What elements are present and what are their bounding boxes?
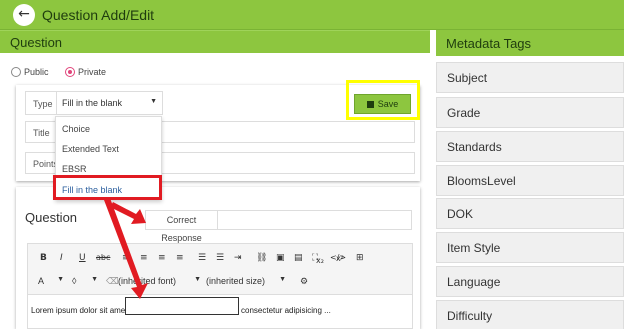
- blank-input-box[interactable]: [125, 297, 239, 315]
- caret-down-icon: ▼: [194, 276, 201, 283]
- back-arrow-icon[interactable]: ←: [13, 4, 35, 26]
- page-title: Question Add/Edit: [42, 7, 155, 23]
- editor-toolbar: B I U abc ≡ ≡ ≡ ≡ ☰ ☰ ⇥ ⛓ ▣ ▤ ⛶ </> x₂ x…: [27, 243, 413, 295]
- metadata-item-label: Difficulty: [447, 309, 493, 323]
- public-radio[interactable]: [11, 66, 21, 77]
- correct-response-field[interactable]: Correct Response: [145, 210, 412, 243]
- bold-button[interactable]: B: [40, 252, 47, 264]
- metadata-panel-header: Metadata Tags: [436, 30, 624, 56]
- metadata-item-label: Language: [447, 275, 501, 289]
- question-panel-header: Question: [0, 30, 430, 53]
- fill-in-the-blank-highlight-box: [53, 175, 162, 200]
- private-radio[interactable]: [65, 66, 76, 77]
- background-color-select[interactable]: ◊ ▼: [72, 272, 98, 291]
- align-justify-icon[interactable]: ≡: [176, 252, 184, 264]
- caret-down-icon: ▼: [150, 98, 157, 105]
- dropdown-item-choice[interactable]: Choice: [62, 124, 90, 134]
- metadata-item-label: Item Style: [447, 241, 501, 255]
- subscript-button[interactable]: x₂: [316, 255, 324, 267]
- save-button-label: Save: [377, 99, 399, 109]
- caret-down-icon: ▼: [91, 276, 98, 283]
- visibility-radio-group: Public Private: [11, 66, 120, 77]
- public-radio-label: Public: [24, 66, 49, 77]
- editor-text-after-blank: consectetur adipisicing ...: [241, 306, 331, 315]
- metadata-item-standards[interactable]: Standards: [436, 131, 624, 162]
- private-radio-label: Private: [78, 66, 107, 77]
- metadata-item-label: Subject: [447, 71, 488, 85]
- question-section-title: Question: [25, 210, 78, 225]
- font-family-select[interactable]: (inherited font) ▼: [118, 272, 201, 291]
- italic-button[interactable]: I: [60, 252, 63, 264]
- dropdown-item-extended-text[interactable]: Extended Text: [62, 144, 119, 154]
- align-left-icon[interactable]: ≡: [122, 252, 130, 264]
- title-label: Title: [33, 128, 50, 138]
- image-icon[interactable]: ▣: [276, 252, 285, 264]
- font-family-value: (inherited font): [118, 276, 177, 286]
- save-button[interactable]: Save: [354, 94, 411, 114]
- media-icon[interactable]: ▤: [294, 252, 303, 264]
- floppy-disk-icon: [366, 101, 374, 108]
- metadata-item-label: BloomsLevel: [447, 174, 516, 188]
- table-icon[interactable]: ⊞: [356, 252, 364, 264]
- top-bar: ← Question Add/Edit: [0, 0, 624, 30]
- strikethrough-button[interactable]: abc: [96, 252, 110, 264]
- align-right-icon[interactable]: ≡: [158, 252, 166, 264]
- bullet-list-icon[interactable]: ☰: [198, 252, 206, 264]
- type-select[interactable]: Fill in the blank ▼: [56, 92, 163, 114]
- numbered-list-icon[interactable]: ☰: [216, 252, 224, 264]
- caret-down-icon: ▼: [279, 276, 286, 283]
- indent-icon[interactable]: ⇥: [234, 252, 242, 264]
- eraser-icon[interactable]: ⌫: [106, 276, 119, 288]
- question-panel-title: Question: [10, 35, 63, 50]
- metadata-item-label: Standards: [447, 140, 502, 154]
- metadata-panel-title: Metadata Tags: [446, 36, 532, 51]
- gear-icon[interactable]: ⚙: [300, 276, 308, 288]
- metadata-item-label: DOK: [447, 207, 474, 221]
- editor-text-before-blank: Lorem ipsum dolor sit amet,: [31, 306, 130, 315]
- type-row: Type Fill in the blank ▼: [25, 91, 163, 115]
- metadata-item-dok[interactable]: DOK: [436, 198, 624, 229]
- drop-icon: ◊: [72, 276, 77, 286]
- metadata-item-difficulty[interactable]: Difficulty: [436, 300, 624, 329]
- metadata-item-subject[interactable]: Subject: [436, 62, 624, 93]
- link-icon[interactable]: ⛓: [256, 252, 267, 264]
- align-center-icon[interactable]: ≡: [140, 252, 148, 264]
- correct-response-label: Correct Response: [146, 211, 218, 243]
- type-select-value: Fill in the blank: [62, 98, 123, 108]
- metadata-item-grade[interactable]: Grade: [436, 97, 624, 128]
- font-size-value: (inherited size): [206, 276, 266, 286]
- metadata-item-label: Grade: [447, 106, 481, 120]
- superscript-button[interactable]: x²: [336, 253, 344, 265]
- caret-down-icon: ▼: [57, 276, 64, 283]
- underline-button[interactable]: U: [79, 252, 86, 264]
- type-label: Type: [33, 99, 53, 109]
- metadata-item-item-style[interactable]: Item Style: [436, 232, 624, 263]
- font-color-select[interactable]: A ▼: [38, 272, 64, 291]
- font-size-select[interactable]: (inherited size) ▼: [206, 272, 286, 291]
- metadata-item-bloomslevel[interactable]: BloomsLevel: [436, 165, 624, 196]
- metadata-item-language[interactable]: Language: [436, 266, 624, 297]
- dropdown-item-ebsr[interactable]: EBSR: [62, 164, 87, 174]
